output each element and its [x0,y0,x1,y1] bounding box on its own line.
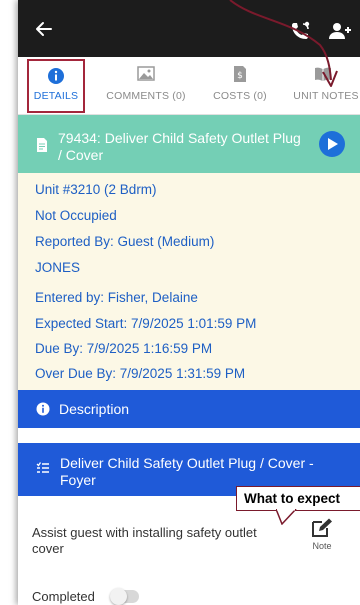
note-label: Note [312,541,332,551]
callout-text: What to expect [244,491,341,506]
reported-by: Reported By: Guest (Medium) [35,234,215,249]
tab-costs[interactable]: $ COSTS (0) [204,57,276,115]
edit-note-icon [312,518,332,537]
svg-text:$: $ [237,71,243,81]
tab-comments[interactable]: COMMENTS (0) [98,57,194,115]
person-add-icon[interactable] [328,21,352,41]
task-title: Deliver Child Safety Outlet Plug / Cover… [60,455,314,488]
reporter-name: JONES [35,260,81,275]
info-icon [36,402,50,416]
completed-label: Completed [32,589,95,604]
tab-bar: DETAILS COMMENTS (0) $ COSTS (0) UNIT NO… [18,57,360,115]
over-due-by: Over Due By: 7/9/2025 1:31:59 PM [35,366,246,381]
tab-label: UNIT NOTES [293,90,359,102]
document-icon [37,138,47,152]
tab-unit-notes[interactable]: UNIT NOTES [286,57,360,115]
receipt-dollar-icon: $ [234,66,246,82]
play-icon [328,138,338,150]
work-order-header: 79434: Deliver Child Safety Outlet Plug … [18,115,360,173]
phone-screen: DETAILS COMMENTS (0) $ COSTS (0) UNIT NO… [18,0,360,605]
tab-details[interactable]: DETAILS [27,59,85,113]
arrow-left-icon[interactable] [34,19,54,39]
unit-info: Unit #3210 (2 Bdrm) [35,182,157,197]
tab-label: COSTS (0) [213,90,267,102]
annotation-callout: What to expect [236,486,360,511]
checklist-icon [36,462,49,473]
entered-by: Entered by: Fisher, Delaine [35,290,198,305]
top-app-bar [18,0,360,57]
work-order-details: Unit #3210 (2 Bdrm) Not Occupied Reporte… [18,173,360,390]
tab-label: DETAILS [33,90,79,102]
info-circle-icon [48,68,64,84]
due-by: Due By: 7/9/2025 1:16:59 PM [35,341,213,356]
work-order-title: 79434: Deliver Child Safety Outlet Plug … [58,130,301,163]
description-section[interactable]: Description [18,390,360,428]
start-work-order-button[interactable] [319,131,345,157]
description-label: Description [59,401,130,417]
toggle-knob [110,588,127,605]
note-button[interactable]: Note [308,518,336,556]
book-open-icon [315,67,331,81]
expected-start: Expected Start: 7/9/2025 1:01:59 PM [35,316,257,331]
occupancy-status: Not Occupied [35,208,117,223]
image-icon [137,66,155,81]
tab-label: COMMENTS (0) [106,90,186,102]
task-description: Assist guest with installing safety outl… [32,525,257,556]
phone-call-icon[interactable] [290,21,312,41]
callout-tail [276,509,297,525]
completed-toggle[interactable] [110,588,139,605]
